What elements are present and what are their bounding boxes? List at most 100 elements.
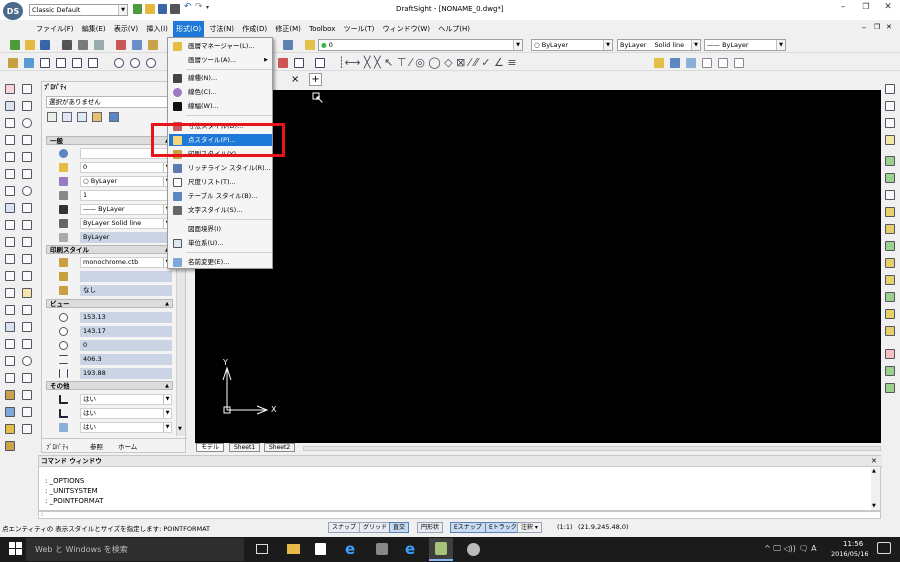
measure-icon[interactable]: [22, 390, 32, 400]
property-row[interactable]: はい ▼: [46, 407, 173, 420]
drawing-canvas[interactable]: Y X ↖: [195, 90, 881, 443]
snap-tools-icons[interactable]: ┊⟷ ╳ ╳ ↖ ⊤ ⁄ ◎ ◯ ◇ ⊠ ⁄ ⁄⁄ ✓ ∠ ≡: [338, 56, 517, 69]
property-row[interactable]: —— ByLayer▼: [46, 203, 173, 216]
ellipse-arc-icon[interactable]: [22, 169, 32, 179]
select-all-icon[interactable]: [47, 112, 57, 122]
scroll-up-icon[interactable]: ▲: [872, 468, 876, 474]
image-icon[interactable]: [22, 339, 32, 349]
property-row[interactable]: monochrome.ctb▼: [46, 256, 173, 269]
layer-manager-icon[interactable]: [305, 40, 315, 50]
hatch-icon[interactable]: [5, 203, 15, 213]
menu-item-color[interactable]: 線色(C)...: [169, 86, 272, 98]
section-print-style[interactable]: 印刷スタイル ▲: [46, 245, 173, 254]
comment-icon[interactable]: [885, 190, 895, 200]
menu-item-rename[interactable]: 名前変更(E)...: [169, 256, 272, 268]
save-drawing-icon[interactable]: [40, 40, 50, 50]
layout-icon[interactable]: [734, 58, 744, 68]
snap-toggle[interactable]: スナップ: [328, 522, 361, 533]
property-row[interactable]: 0▼: [46, 161, 173, 174]
paste-icon[interactable]: [148, 40, 158, 50]
polar-icon[interactable]: [718, 58, 728, 68]
menu-window[interactable]: ウィンドウ(W): [380, 21, 433, 37]
layer-states-icon[interactable]: [283, 40, 293, 50]
zoom-icon[interactable]: [5, 407, 15, 417]
smart-dimension-icon[interactable]: [5, 84, 15, 94]
chamfer-icon[interactable]: [22, 271, 32, 281]
explode-icon[interactable]: [5, 288, 15, 298]
help-icon[interactable]: [109, 112, 119, 122]
points-icon[interactable]: [5, 186, 15, 196]
render-icon[interactable]: [5, 441, 15, 451]
menu-tools[interactable]: ツール(T): [341, 21, 378, 37]
menu-help[interactable]: ヘルプ(H): [435, 21, 473, 37]
light-icon[interactable]: [5, 424, 15, 434]
region-icon[interactable]: [22, 203, 32, 213]
print-preview-icon[interactable]: [78, 40, 88, 50]
polar-toggle[interactable]: 円形状: [417, 522, 444, 533]
layer-match-icon[interactable]: [885, 275, 895, 285]
layer-merge-icon[interactable]: [885, 326, 895, 336]
workspace-combo[interactable]: Classic Default ▼: [29, 4, 128, 16]
quick-select-icon[interactable]: [62, 112, 72, 122]
media-player-icon[interactable]: [376, 543, 388, 555]
property-row[interactable]: 143.17: [46, 325, 173, 338]
etrack-toggle[interactable]: Eトラック: [485, 522, 521, 533]
tab-sheet1[interactable]: Sheet1: [229, 443, 261, 452]
menu-item-text-style[interactable]: 文字スタイル(S)...: [169, 204, 272, 216]
open-drawing-icon[interactable]: [25, 40, 35, 50]
property-row[interactable]: 406.3: [46, 353, 173, 366]
windows-start-icon[interactable]: [9, 542, 22, 555]
layer-combo[interactable]: ● 0 ▼: [318, 39, 523, 51]
offset-icon[interactable]: [72, 58, 82, 68]
annotation-dropdown[interactable]: 注釈 ▾: [517, 522, 542, 533]
property-row[interactable]: はい ▼: [46, 393, 173, 406]
move-icon[interactable]: [24, 58, 34, 68]
menu-item-richline-style[interactable]: リッチライン スタイル(R)...: [169, 162, 272, 174]
tab-home[interactable]: ホーム: [118, 441, 137, 451]
attach-icon[interactable]: [5, 254, 15, 264]
linestyle-combo[interactable]: ByLayer Solid line ▼: [617, 39, 701, 51]
layer-prev-icon[interactable]: [885, 156, 895, 166]
circle-icon[interactable]: [114, 58, 124, 68]
menu-item-linetype[interactable]: 線種(N)...: [169, 72, 272, 84]
menu-format[interactable]: 形式(O): [173, 21, 205, 37]
angle-icon[interactable]: [5, 152, 15, 162]
preview-icon[interactable]: [94, 40, 104, 50]
properties-brush-icon[interactable]: [5, 390, 15, 400]
table-draw-icon[interactable]: [22, 322, 32, 332]
curve-icon[interactable]: [22, 254, 32, 264]
tab-properties[interactable]: ﾌﾟﾛﾊﾟﾃｨ: [46, 441, 69, 451]
print-icon[interactable]: [170, 4, 180, 14]
menu-item-units[interactable]: 単位系(U)...: [169, 237, 272, 249]
command-scrollbar[interactable]: ▲ ▼: [871, 468, 880, 510]
brush-icon[interactable]: [22, 424, 32, 434]
draftsight-taskbar-button[interactable]: [429, 538, 453, 561]
line-icon[interactable]: [22, 84, 32, 94]
grid-toggle[interactable]: グリッド: [359, 522, 392, 533]
scroll-down-icon[interactable]: ▼: [872, 503, 876, 509]
property-row[interactable]: なし: [46, 284, 173, 297]
app-logo-icon[interactable]: DS: [3, 2, 23, 20]
leader-icon[interactable]: [5, 322, 15, 332]
spiral-icon[interactable]: [22, 220, 32, 230]
menu-item-lineweight[interactable]: 線幅(W)...: [169, 100, 272, 112]
polyline-icon[interactable]: [5, 118, 15, 128]
color-swatch-icon[interactable]: [654, 58, 664, 68]
check-icon[interactable]: [885, 292, 895, 302]
note-icon[interactable]: [22, 288, 32, 298]
arc-draw-icon[interactable]: [22, 152, 32, 162]
array-icon[interactable]: [22, 373, 32, 383]
property-row[interactable]: 193.88: [46, 367, 173, 380]
dim-aligned-icon[interactable]: [885, 101, 895, 111]
spline-icon[interactable]: [5, 169, 15, 179]
file-explorer-icon[interactable]: [287, 544, 300, 554]
system-tray[interactable]: ^ 🖵 ◁)) 🗨 A: [764, 544, 817, 554]
open-icon[interactable]: [145, 4, 155, 14]
infinite-line-icon[interactable]: [22, 101, 32, 111]
property-row[interactable]: ByLayer Solid line▼: [46, 217, 173, 230]
section-other[interactable]: その他 ▲: [46, 381, 173, 390]
property-row[interactable]: 0: [46, 339, 173, 352]
app-icon[interactable]: [467, 543, 480, 556]
minimize-button[interactable]: –: [832, 2, 854, 16]
close-button[interactable]: ✕: [877, 2, 899, 16]
